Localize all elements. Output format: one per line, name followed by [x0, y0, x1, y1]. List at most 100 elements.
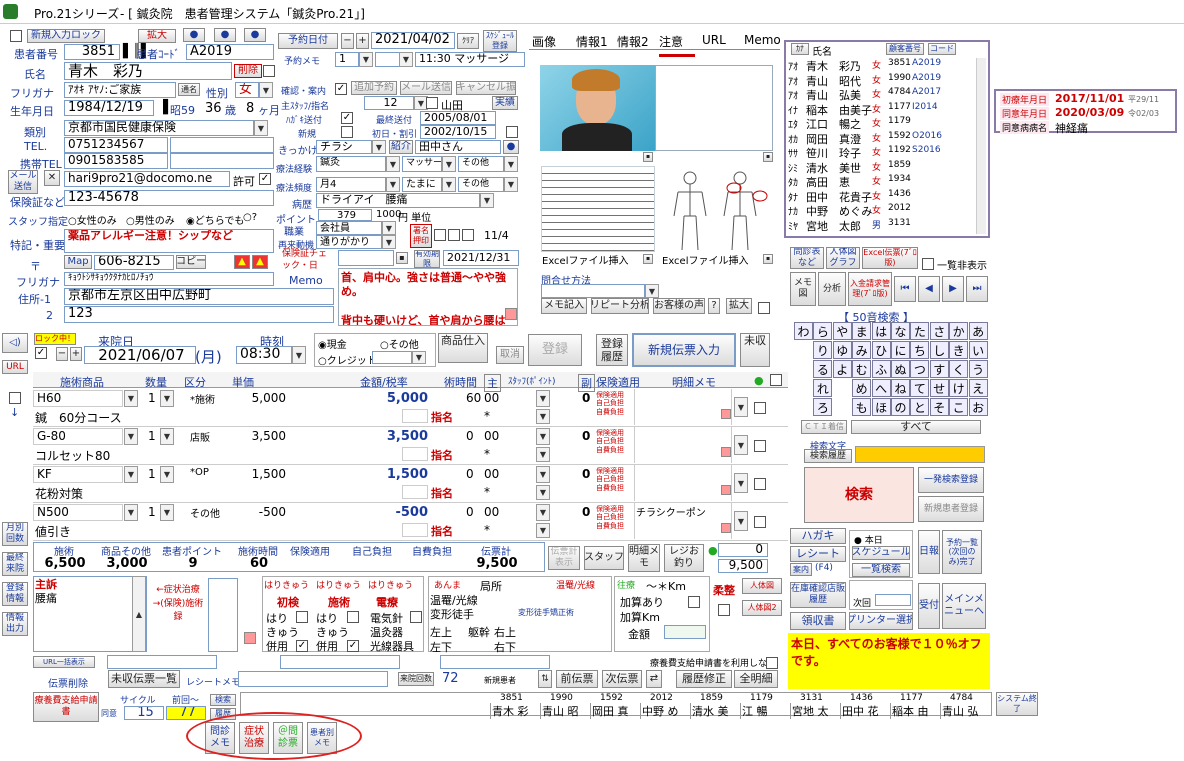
- inquiry-dropdown[interactable]: ▼: [645, 284, 659, 298]
- qty-dropdown[interactable]: ▼: [160, 428, 174, 445]
- freq2-select[interactable]: たまに: [402, 177, 442, 192]
- price[interactable]: 1,500: [230, 467, 286, 481]
- point-input[interactable]: 379: [318, 209, 372, 221]
- qty[interactable]: 1: [148, 505, 156, 519]
- job-select[interactable]: 会社員: [316, 221, 382, 235]
- kana-key[interactable]: な: [891, 322, 910, 340]
- kana-key[interactable]: ね: [891, 379, 910, 397]
- tax-input[interactable]: [402, 523, 428, 537]
- book-icon[interactable]: ▐: [158, 100, 168, 115]
- warning-icon-2[interactable]: ▲: [252, 255, 268, 269]
- side-arrow-icon[interactable]: ↓: [10, 406, 19, 419]
- therapy2-select[interactable]: マッサージ: [402, 156, 442, 172]
- close-icon[interactable]: ✕: [44, 170, 60, 186]
- appt-time-input[interactable]: 11:30 マッサージ: [415, 52, 525, 67]
- inquiry-form-button[interactable]: 問診表など: [790, 247, 824, 269]
- grid-select-all[interactable]: [770, 374, 782, 386]
- tel2-input[interactable]: [170, 137, 274, 153]
- main-menu-button[interactable]: メインメニューへ: [942, 583, 986, 629]
- body-graph-button[interactable]: 人体図グラフ: [826, 247, 860, 269]
- actual-button[interactable]: 実績: [492, 96, 518, 110]
- staff-num-input[interactable]: 12: [364, 96, 414, 110]
- paid-input[interactable]: 0: [718, 543, 768, 557]
- kana-key[interactable]: ゆ: [832, 341, 852, 359]
- url-input-2[interactable]: [280, 655, 400, 669]
- memo-dropdown[interactable]: ▼: [734, 435, 748, 455]
- search-history-button[interactable]: 検索履歴: [804, 449, 852, 463]
- visit-plus[interactable]: +: [70, 347, 82, 361]
- tab-url[interactable]: URL: [702, 33, 726, 47]
- blue-dot-3[interactable]: ●: [244, 28, 266, 42]
- list-row-name[interactable]: 宮地 太郎: [806, 218, 861, 234]
- appt-date-button[interactable]: 予約日付: [278, 33, 338, 49]
- tab-info1[interactable]: 情報1: [576, 33, 608, 50]
- info-output-button[interactable]: 情報出力: [2, 612, 28, 636]
- kana-key[interactable]: ひ: [871, 341, 891, 359]
- product-dropdown[interactable]: ▼: [124, 504, 138, 521]
- tax-input[interactable]: [402, 485, 428, 499]
- kana-key[interactable]: ぬ: [891, 360, 910, 378]
- kana-key[interactable]: し: [929, 341, 949, 359]
- medical-claim-button[interactable]: 療養費支給申請書: [33, 692, 99, 722]
- detail-memo-button[interactable]: 明細メモ: [628, 544, 660, 572]
- complaint-scroll[interactable]: ▲: [132, 576, 146, 652]
- kana-key[interactable]: ほ: [871, 398, 891, 416]
- kana-key[interactable]: こ: [949, 398, 969, 416]
- daily-report-button[interactable]: 日報: [918, 530, 940, 574]
- help-button[interactable]: ?: [708, 298, 720, 314]
- show-all-checkbox[interactable]: [922, 258, 934, 270]
- credit-dropdown[interactable]: ▼: [412, 351, 426, 364]
- kana-key[interactable]: む: [852, 360, 872, 378]
- freq2-dropdown[interactable]: ▼: [442, 177, 456, 192]
- analysis-button[interactable]: 分析: [818, 272, 846, 306]
- detail-memo[interactable]: [634, 427, 732, 463]
- detail-memo[interactable]: チラシクーポン: [634, 503, 732, 539]
- staff-dropdown[interactable]: ▼: [536, 390, 550, 407]
- excel-insert-2[interactable]: Excelファイル挿入: [662, 252, 749, 267]
- system-end-button[interactable]: システム終了: [996, 692, 1038, 716]
- addr2-input[interactable]: 123: [64, 306, 334, 323]
- prev-slip-button[interactable]: 前伝票: [556, 670, 598, 688]
- intro-input[interactable]: 田中さん: [415, 140, 501, 154]
- side-checkbox[interactable]: [9, 392, 21, 404]
- qty-dropdown[interactable]: ▼: [160, 504, 174, 521]
- list-row-kana[interactable]: ｲﾅ: [788, 102, 798, 117]
- visit-date-input[interactable]: 2021/06/07: [84, 346, 196, 364]
- appt-extra-dropdown[interactable]: ▼: [399, 52, 413, 67]
- insurance-check-input[interactable]: [338, 250, 394, 266]
- unpaid-button[interactable]: 未収: [740, 333, 770, 367]
- memo-dropdown[interactable]: ▼: [734, 511, 748, 531]
- list-row-kana[interactable]: ｵｶ: [788, 131, 798, 146]
- time-sub[interactable]: 00: [484, 391, 499, 405]
- time-value[interactable]: 0: [466, 505, 474, 519]
- history-name[interactable]: 江 暢: [740, 703, 768, 719]
- reception-button[interactable]: 受付: [918, 583, 940, 629]
- kana-key[interactable]: す: [929, 360, 949, 378]
- credit-select[interactable]: [372, 351, 412, 364]
- symptom-arrow-text[interactable]: ←症状治療→(保険)施術録: [152, 584, 204, 644]
- insurance-check-dot[interactable]: ▪: [396, 252, 408, 264]
- url-input-1[interactable]: [107, 655, 217, 669]
- search-button[interactable]: 検索: [804, 467, 914, 523]
- zoom-button[interactable]: 拡大: [138, 29, 176, 43]
- mail-send-appt-button[interactable]: メール送信: [400, 81, 452, 95]
- sub-dropdown[interactable]: ▼: [536, 485, 550, 500]
- new-lock-button[interactable]: 新規入力ロック: [27, 29, 105, 43]
- list-header-code[interactable]: コード: [928, 43, 956, 55]
- today-dot[interactable]: ● 本日: [854, 533, 883, 546]
- list-row-kana[interactable]: ﾅｶ: [788, 203, 798, 218]
- insurance-input[interactable]: 123-45678: [64, 190, 274, 206]
- visit-motive-select[interactable]: 通りがかり: [316, 235, 382, 249]
- expiry-input[interactable]: 2021/12/31: [443, 250, 519, 266]
- kana-key[interactable]: お: [968, 398, 988, 416]
- time-sub[interactable]: 00: [484, 505, 499, 519]
- copy-button[interactable]: コピー: [176, 255, 206, 269]
- kana-key[interactable]: は: [871, 322, 891, 340]
- gender-dropdown-icon[interactable]: ▼: [259, 82, 273, 98]
- hari-2-cb[interactable]: [347, 611, 359, 623]
- price[interactable]: -500: [230, 505, 286, 519]
- excel-dot-2[interactable]: ▪: [763, 254, 773, 264]
- notes-text[interactable]: 首、肩中心。強さは普通～やや強め。 背中も硬いけど、首や肩から腰は強さ普通で。: [338, 268, 518, 326]
- fee-input[interactable]: [664, 625, 706, 639]
- media-checkbox[interactable]: [758, 302, 770, 314]
